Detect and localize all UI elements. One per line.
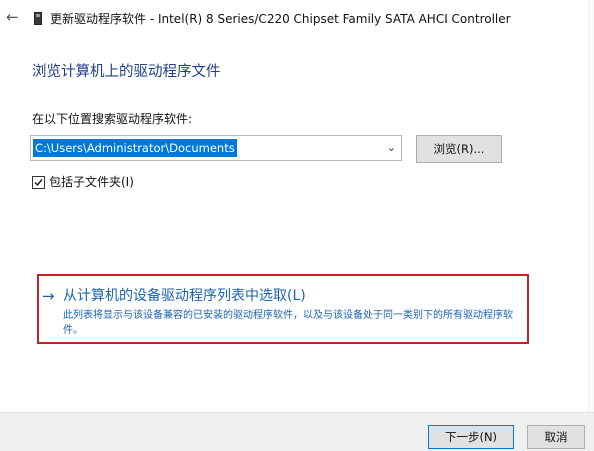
search-location-label: 在以下位置搜索驱动程序软件: <box>32 112 193 126</box>
page-title: 浏览计算机上的驱动程序文件 <box>32 64 221 80</box>
include-subfolders-label[interactable]: 包括子文件夹(I) <box>49 174 134 191</box>
pick-from-list-description: 此列表将显示与该设备兼容的已安装的驱动程序软件，以及与该设备处于同一类别下的所有… <box>63 310 513 336</box>
next-button[interactable]: 下一步(N) <box>428 425 514 449</box>
back-arrow-icon[interactable]: ← <box>6 8 19 26</box>
path-input-value[interactable]: C:\Users\Administrator\Documents <box>33 139 237 157</box>
cancel-button[interactable]: 取消 <box>527 425 585 449</box>
browse-button[interactable]: 浏览(R)... <box>416 135 502 163</box>
device-icon <box>34 12 42 25</box>
window-right-edge <box>588 0 594 412</box>
pick-from-list-option[interactable]: → 从计算机的设备驱动程序列表中选取(L) 此列表将显示与该设备兼容的已安装的驱… <box>37 274 529 344</box>
checkmark-icon <box>34 179 43 187</box>
title-bar: ← 更新驱动程序软件 - Intel(R) 8 Series/C220 Chip… <box>0 0 594 40</box>
include-subfolders-checkbox[interactable] <box>32 176 45 189</box>
path-combobox[interactable]: C:\Users\Administrator\Documents ⌄ <box>30 135 402 161</box>
arrow-right-icon: → <box>42 287 55 305</box>
pick-from-list-title[interactable]: 从计算机的设备驱动程序列表中选取(L) <box>63 286 306 306</box>
window-title: 更新驱动程序软件 - Intel(R) 8 Series/C220 Chipse… <box>50 12 511 26</box>
chevron-down-icon[interactable]: ⌄ <box>387 139 396 157</box>
